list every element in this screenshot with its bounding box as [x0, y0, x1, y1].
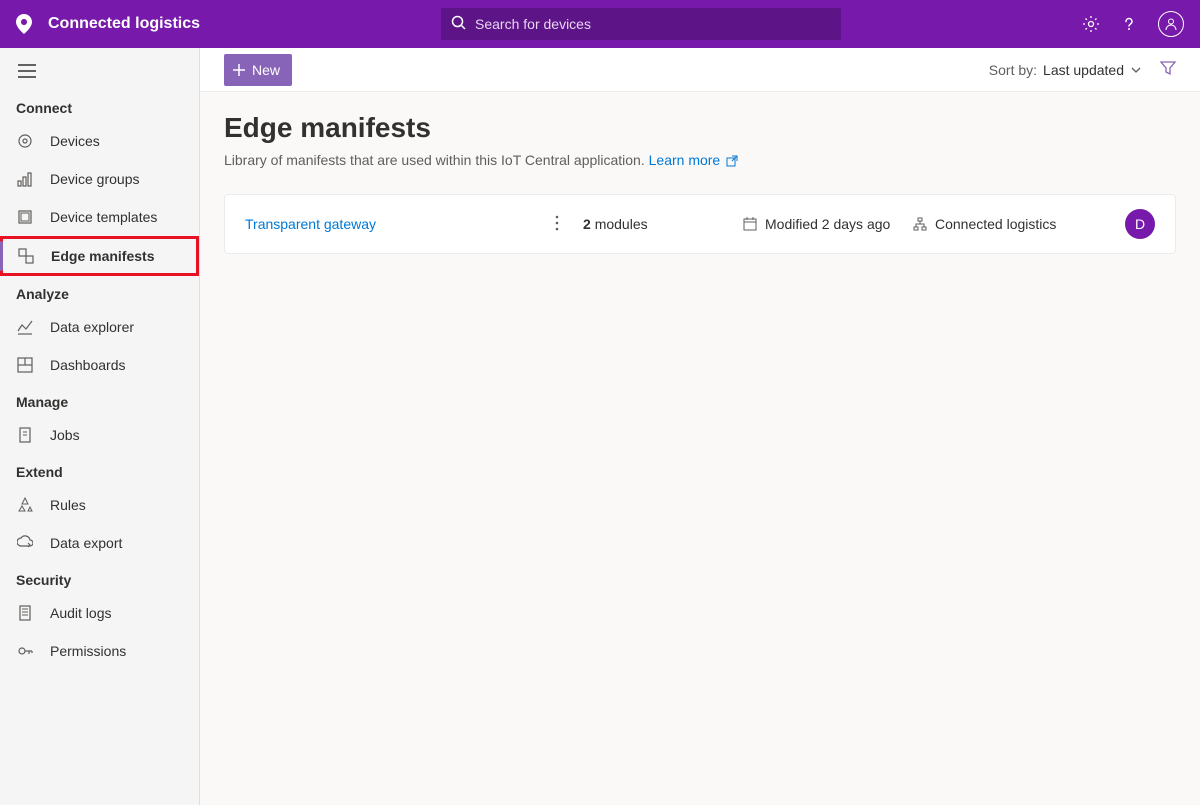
nav-section-analyze: Analyze: [0, 276, 199, 308]
hamburger-button[interactable]: [0, 60, 199, 90]
nav-item-device-templates[interactable]: Device templates: [0, 198, 199, 236]
audit-logs-icon: [16, 605, 34, 621]
learn-more-link[interactable]: Learn more: [649, 152, 738, 168]
chevron-down-icon: [1130, 64, 1142, 76]
new-button-label: New: [252, 62, 280, 78]
nav-item-data-export[interactable]: Data export: [0, 524, 199, 562]
gear-icon[interactable]: [1082, 15, 1100, 33]
location-pin-icon: [16, 14, 32, 34]
help-icon[interactable]: [1120, 15, 1138, 33]
calendar-icon: [743, 217, 757, 231]
nav-item-jobs[interactable]: Jobs: [0, 416, 199, 454]
new-button[interactable]: New: [224, 54, 292, 86]
external-link-icon: [726, 155, 738, 167]
owner-avatar: D: [1125, 209, 1155, 239]
search-box[interactable]: [441, 8, 841, 40]
sort-label: Sort by:: [989, 62, 1037, 78]
nav-label: Dashboards: [50, 357, 126, 373]
user-avatar[interactable]: [1158, 11, 1184, 37]
org-icon: [913, 217, 927, 231]
page-subtitle-text: Library of manifests that are used withi…: [224, 152, 645, 168]
nav-label: Jobs: [50, 427, 80, 443]
nav-section-security: Security: [0, 562, 199, 594]
rules-icon: [16, 497, 34, 513]
manifest-name-link[interactable]: Transparent gateway: [245, 216, 555, 232]
app-title: Connected logistics: [48, 15, 200, 33]
sidebar: Connect Devices Device groups Device tem…: [0, 48, 200, 805]
sort-value: Last updated: [1043, 62, 1124, 78]
data-explorer-icon: [16, 319, 34, 335]
nav-section-extend: Extend: [0, 454, 199, 486]
top-header: Connected logistics: [0, 0, 1200, 48]
device-templates-icon: [16, 209, 34, 225]
jobs-icon: [16, 427, 34, 443]
nav-section-connect: Connect: [0, 90, 199, 122]
toolbar-right: Sort by: Last updated: [989, 60, 1176, 79]
nav-label: Audit logs: [50, 605, 111, 621]
devices-icon: [16, 133, 34, 149]
content-area: Edge manifests Library of manifests that…: [200, 92, 1200, 274]
nav-label: Devices: [50, 133, 100, 149]
device-groups-icon: [16, 171, 34, 187]
header-right: [1082, 11, 1184, 37]
nav-label: Device groups: [50, 171, 140, 187]
data-export-icon: [16, 535, 34, 551]
nav-item-edge-manifests[interactable]: Edge manifests: [0, 236, 199, 276]
dashboards-icon: [16, 357, 34, 373]
sort-by-dropdown[interactable]: Sort by: Last updated: [989, 62, 1142, 78]
nav-label: Edge manifests: [51, 248, 154, 264]
organization: Connected logistics D: [913, 209, 1155, 239]
nav-label: Rules: [50, 497, 86, 513]
nav-item-dashboards[interactable]: Dashboards: [0, 346, 199, 384]
filter-icon[interactable]: [1160, 60, 1176, 79]
nav-item-device-groups[interactable]: Device groups: [0, 160, 199, 198]
nav-label: Data export: [50, 535, 122, 551]
header-left: Connected logistics: [16, 14, 200, 34]
main-content: New Sort by: Last updated Edge manifests…: [200, 48, 1200, 805]
nav-item-permissions[interactable]: Permissions: [0, 632, 199, 670]
page-title: Edge manifests: [224, 112, 1176, 144]
modified-date: Modified 2 days ago: [743, 216, 913, 232]
nav-label: Data explorer: [50, 319, 134, 335]
nav-label: Device templates: [50, 209, 157, 225]
nav-item-data-explorer[interactable]: Data explorer: [0, 308, 199, 346]
module-count: 2 modules: [583, 216, 743, 232]
toolbar: New Sort by: Last updated: [200, 48, 1200, 92]
nav-label: Permissions: [50, 643, 126, 659]
nav-item-rules[interactable]: Rules: [0, 486, 199, 524]
plus-icon: [232, 63, 246, 77]
search-icon: [451, 15, 467, 34]
search-input[interactable]: [475, 16, 831, 32]
nav-section-manage: Manage: [0, 384, 199, 416]
manifest-row: Transparent gateway 2 modules Modified 2…: [224, 194, 1176, 254]
more-options-icon[interactable]: [555, 215, 559, 234]
nav-item-devices[interactable]: Devices: [0, 122, 199, 160]
page-subtitle: Library of manifests that are used withi…: [224, 150, 1176, 170]
permissions-icon: [16, 643, 34, 659]
search-container: [200, 8, 1082, 40]
nav-item-audit-logs[interactable]: Audit logs: [0, 594, 199, 632]
edge-manifests-icon: [17, 248, 35, 264]
